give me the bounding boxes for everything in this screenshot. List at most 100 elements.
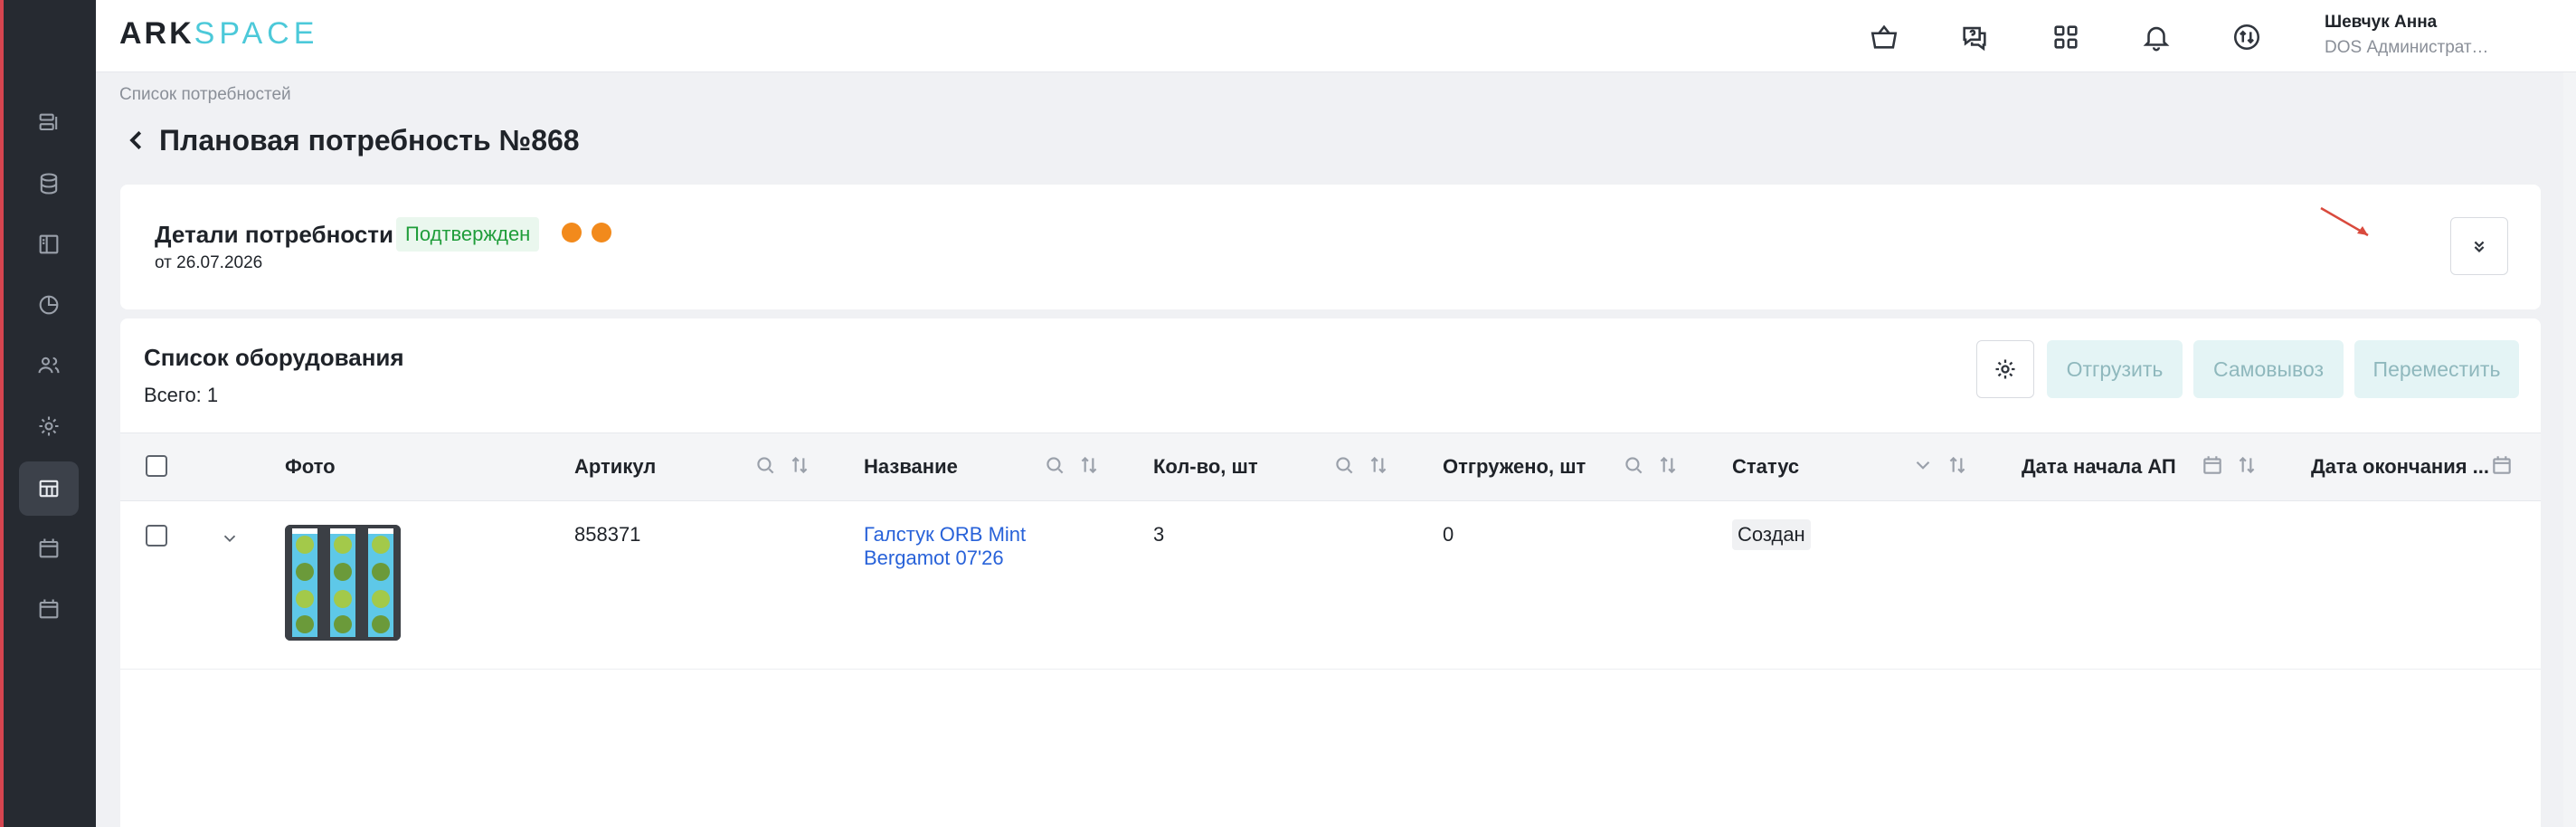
search-icon [1336,457,1353,474]
table-icon [39,480,59,498]
start-date-filter-button[interactable] [2201,453,2228,480]
article-sort-button[interactable] [788,453,815,480]
ship-button[interactable]: Отгрузить [2047,340,2183,398]
sidebar-item-calendar[interactable] [19,521,79,575]
status-badge: Подтвержден [396,217,540,252]
pickup-button[interactable]: Самовывоз [2193,340,2344,398]
sidebar-item-analytics[interactable] [19,278,79,332]
qty-sort-button[interactable] [1367,453,1394,480]
sidebar-item-database[interactable] [19,157,79,211]
sidebar [4,0,96,827]
column-start-date[interactable]: Дата начала АП [2022,455,2176,479]
product-image [285,525,401,641]
sidebar-item-settings[interactable] [19,399,79,453]
shipped-search-button[interactable] [1622,453,1649,480]
exchange-button[interactable] [2226,16,2268,58]
users-icon [38,356,60,374]
search-icon [757,457,774,474]
list-icon [39,113,58,131]
start-date-sort-button[interactable] [2235,453,2262,480]
top-bar: ARKSPACE Шевчук Анна DOS Администратор с… [96,0,2576,72]
cell-qty: 3 [1153,523,1165,546]
cart-button[interactable] [1863,16,1905,58]
basket-icon [1870,24,1898,49]
status-filter-button[interactable] [1911,453,1938,480]
cell-article: 858371 [574,523,641,546]
status-sort-button[interactable] [1946,453,1973,480]
calendar-icon [2203,456,2221,474]
shipped-sort-button[interactable] [1656,453,1683,480]
bell-icon [2143,26,2170,52]
table-settings-button[interactable] [1976,340,2034,398]
calendar-icon [39,538,59,558]
grid-icon [2054,25,2078,49]
calendar-icon [39,599,59,619]
logo-text: ARK [119,16,194,51]
name-sort-button[interactable] [1077,453,1104,480]
column-qty[interactable]: Кол-во, шт [1153,455,1258,479]
logo-text-accent: SPACE [194,16,319,51]
chevron-left-icon [129,130,142,150]
row-expand-button[interactable] [220,528,247,556]
column-status[interactable]: Статус [1732,455,1799,479]
equipment-title: Список оборудования [144,344,404,371]
calendar-icon [2493,456,2511,474]
sidebar-item-requests[interactable] [19,96,79,150]
table-row[interactable]: 858371 Галстук ORB Mint Bergamot 07'26 3… [120,501,2541,670]
sort-icon [1660,456,1676,474]
equipment-card: Список оборудования Всего: 1 Отгрузить С… [120,318,2541,827]
user-name: Шевчук Анна [2325,13,2438,32]
qty-search-button[interactable] [1332,453,1359,480]
gear-icon [1995,359,2015,379]
name-search-button[interactable] [1043,453,1070,480]
logo[interactable]: ARKSPACE [119,16,318,52]
column-photo: Фото [285,455,336,478]
cell-name-link[interactable]: Галстук ORB Mint Bergamot 07'26 [864,523,1054,570]
row-checkbox[interactable] [146,525,167,547]
database-icon [40,173,58,195]
search-icon [1046,457,1064,474]
cell-shipped: 0 [1443,523,1454,546]
user-profile[interactable]: Шевчук Анна DOS Администратор системы [2325,13,2496,58]
exchange-icon [2233,24,2260,51]
sort-icon [791,456,808,474]
details-title: Детали потребности [155,221,394,248]
status-dot [592,223,611,242]
sidebar-item-users[interactable] [19,338,79,393]
search-icon [1625,457,1643,474]
chevron-down-icon [223,535,236,543]
details-date: от 26.07.2026 [155,253,263,272]
chevron-down-icon [1916,461,1930,470]
annotation-arrow [2320,206,2369,237]
column-article[interactable]: Артикул [574,455,656,479]
table-header: Фото Артикул Название Кол-во, шт Отгруже… [120,433,2541,501]
sort-icon [1949,456,1965,474]
expand-details-button[interactable] [2450,217,2508,275]
back-button[interactable] [123,127,156,159]
apps-button[interactable] [2045,16,2087,58]
chat-icon [1963,26,1986,52]
status-dot [562,223,582,242]
sidebar-item-schedule[interactable] [19,582,79,636]
chevrons-down-icon [2474,241,2485,253]
article-search-button[interactable] [753,453,781,480]
sort-icon [1081,456,1097,474]
move-button[interactable]: Переместить [2354,340,2519,398]
column-name[interactable]: Название [864,455,958,479]
sidebar-item-table[interactable] [19,461,79,516]
pie-chart-icon [39,295,59,315]
breadcrumb[interactable]: Список потребностей [119,85,291,105]
support-button[interactable] [1954,16,1995,58]
book-icon [39,234,59,254]
product-photo[interactable] [285,525,401,641]
sidebar-item-catalog[interactable] [19,217,79,271]
scrollbar[interactable] [2563,72,2576,827]
sort-icon [2239,456,2255,474]
column-end-date[interactable]: Дата окончания ... [2311,455,2489,479]
gear-icon [39,416,59,436]
end-date-filter-button[interactable] [2490,453,2517,480]
select-all-checkbox[interactable] [146,455,167,477]
user-role: DOS Администратор системы [2325,38,2496,57]
column-shipped[interactable]: Отгружено, шт [1443,455,1586,479]
notifications-button[interactable] [2136,16,2177,58]
